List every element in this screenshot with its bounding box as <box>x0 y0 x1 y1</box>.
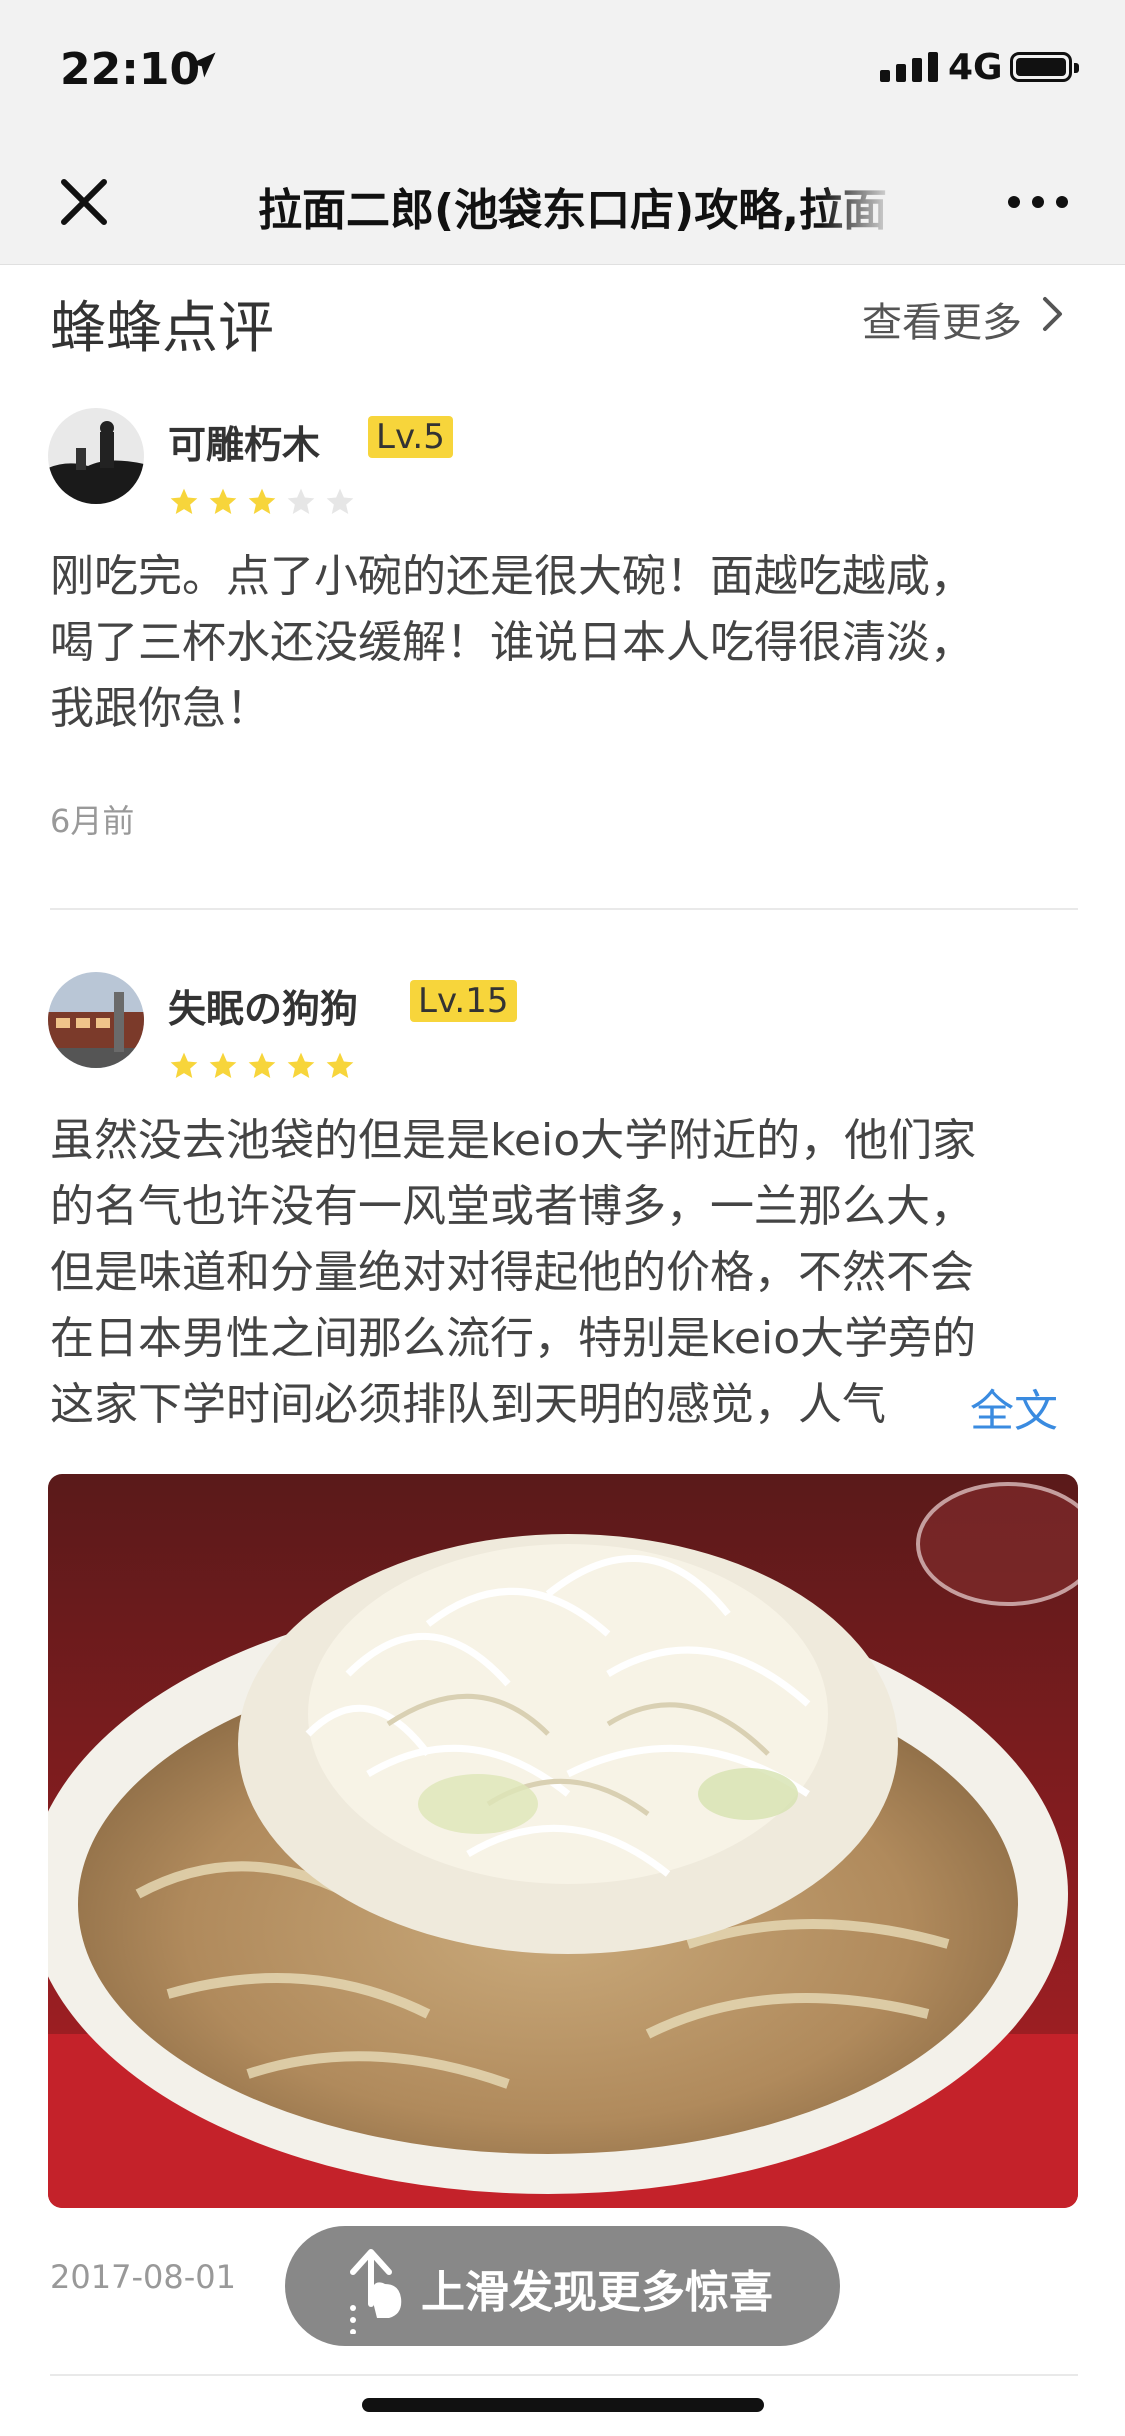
review-line: 但是味道和分量绝对对得起他的价格，不然不会 <box>50 1247 974 1298</box>
star-empty-icon <box>326 488 354 514</box>
star-filled-icon <box>248 488 276 514</box>
network-type: 4G <box>948 47 1003 88</box>
review-line: 的名气也许没有一风堂或者博多，一兰那么大， <box>50 1181 974 1232</box>
star-filled-icon <box>248 1052 276 1078</box>
section-title: 蜂蜂点评 <box>50 296 274 361</box>
divider <box>50 2374 1078 2376</box>
review-line: 刚吃完。点了小碗的还是很大碗！面越吃越咸， <box>50 551 974 602</box>
star-filled-icon <box>170 488 198 514</box>
user-name[interactable]: 失眠の狗狗 <box>168 978 358 1033</box>
full-text-link[interactable]: 全文 <box>970 1375 1058 1439</box>
see-more-link[interactable]: 查看更多 <box>862 290 1022 348</box>
star-filled-icon <box>209 1052 237 1078</box>
review-date: 2017-08-01 <box>50 2258 236 2296</box>
swipe-up-tip[interactable]: 上滑发现更多惊喜 <box>285 2226 840 2346</box>
swipe-up-text: 上滑发现更多惊喜 <box>421 2267 773 2318</box>
page-title: 拉面二郎(池袋东口店)攻略,拉面 <box>258 185 887 234</box>
text-fade <box>906 1372 966 1438</box>
status-bar: 22:10 4G <box>0 0 1125 140</box>
star-filled-icon <box>209 488 237 514</box>
level-badge: Lv.15 <box>410 980 517 1022</box>
home-indicator[interactable] <box>362 2398 764 2412</box>
cellular-signal-icon <box>880 52 938 82</box>
review-date: 6月前 <box>50 802 135 840</box>
swipe-up-hand-icon <box>350 2249 402 2334</box>
review-line: 我跟你急！ <box>50 683 270 734</box>
star-filled-icon <box>326 1052 354 1078</box>
review-line: 在日本男性之间那么流行，特别是keio大学旁的 <box>50 1313 977 1364</box>
review-text: 刚吃完。点了小碗的还是很大碗！面越吃越咸， 喝了三杯水还没缓解！谁说日本人吃得很… <box>50 544 1080 742</box>
battery-icon <box>1010 52 1079 82</box>
chevron-right-icon[interactable] <box>1040 294 1066 334</box>
avatar[interactable] <box>48 972 144 1068</box>
nav-bar: 拉面二郎(池袋东口店)攻略,拉面 <box>0 140 1125 265</box>
close-icon[interactable] <box>52 170 116 234</box>
review-photo[interactable] <box>48 1474 1078 2208</box>
user-name[interactable]: 可雕朽木 <box>168 414 320 469</box>
avatar[interactable] <box>48 408 144 504</box>
location-arrow-icon <box>190 52 216 78</box>
star-rating <box>168 486 356 518</box>
more-options-icon[interactable] <box>1008 196 1068 208</box>
star-filled-icon <box>287 1052 315 1078</box>
star-rating <box>168 1050 356 1082</box>
review-line: 喝了三杯水还没缓解！谁说日本人吃得很清淡， <box>50 617 974 668</box>
star-empty-icon <box>287 488 315 514</box>
divider <box>50 908 1078 910</box>
star-filled-icon <box>170 1052 198 1078</box>
status-time: 22:10 <box>60 44 201 95</box>
review-line: 虽然没去池袋的但是是keio大学附近的，他们家 <box>50 1115 977 1166</box>
level-badge: Lv.5 <box>368 416 453 458</box>
